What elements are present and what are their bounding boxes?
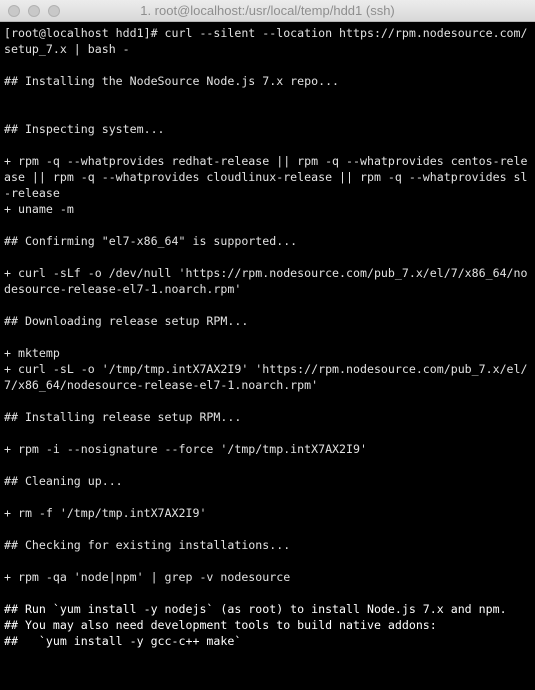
terminal-line: 7/x86_64/nodesource-release-el7-1.noarch…: [4, 378, 319, 392]
terminal-line: [root@localhost hdd1]# curl --silent --l…: [4, 26, 528, 40]
terminal-line: ## Installing the NodeSource Node.js 7.x…: [4, 74, 340, 88]
terminal-line: + rpm -qa 'node|npm' | grep -v nodesourc…: [4, 570, 291, 584]
terminal-line: desource-release-el7-1.noarch.rpm': [4, 282, 242, 296]
terminal-line: + rpm -i --nosignature --force '/tmp/tmp…: [4, 442, 367, 456]
terminal-line: ## Confirming "el7-x86_64" is supported.…: [4, 234, 298, 248]
terminal-line: + curl -sLf -o /dev/null 'https://rpm.no…: [4, 266, 528, 280]
terminal-line: setup_7.x | bash -: [4, 42, 130, 56]
terminal-line: ## Installing release setup RPM...: [4, 410, 242, 424]
terminal-line: ## Checking for existing installations..…: [4, 538, 291, 552]
terminal-line: ## Run `yum install -y nodejs` (as root)…: [4, 602, 507, 616]
terminal-line: ## You may also need development tools t…: [4, 618, 437, 632]
terminal-line: ## Cleaning up...: [4, 474, 123, 488]
terminal-line: + rpm -q --whatprovides redhat-release |…: [4, 154, 528, 168]
terminal-window: 1. root@localhost:/usr/local/temp/hdd1 (…: [0, 0, 535, 690]
terminal-line: ## Downloading release setup RPM...: [4, 314, 249, 328]
terminal-output[interactable]: [root@localhost hdd1]# curl --silent --l…: [0, 22, 535, 690]
terminal-line: + curl -sL -o '/tmp/tmp.intX7AX2I9' 'htt…: [4, 362, 528, 376]
window-title: 1. root@localhost:/usr/local/temp/hdd1 (…: [140, 3, 395, 18]
terminal-line: ase || rpm -q --whatprovides cloudlinux-…: [4, 170, 528, 184]
terminal-line: + mktemp: [4, 346, 60, 360]
terminal-line: + uname -m: [4, 202, 74, 216]
terminal-line: + rm -f '/tmp/tmp.intX7AX2I9': [4, 506, 207, 520]
terminal-line: -release: [4, 186, 60, 200]
title-bar[interactable]: 1. root@localhost:/usr/local/temp/hdd1 (…: [0, 0, 535, 22]
terminal-line: ## `yum install -y gcc-c++ make`: [4, 634, 242, 648]
terminal-line: ## Inspecting system...: [4, 122, 165, 136]
